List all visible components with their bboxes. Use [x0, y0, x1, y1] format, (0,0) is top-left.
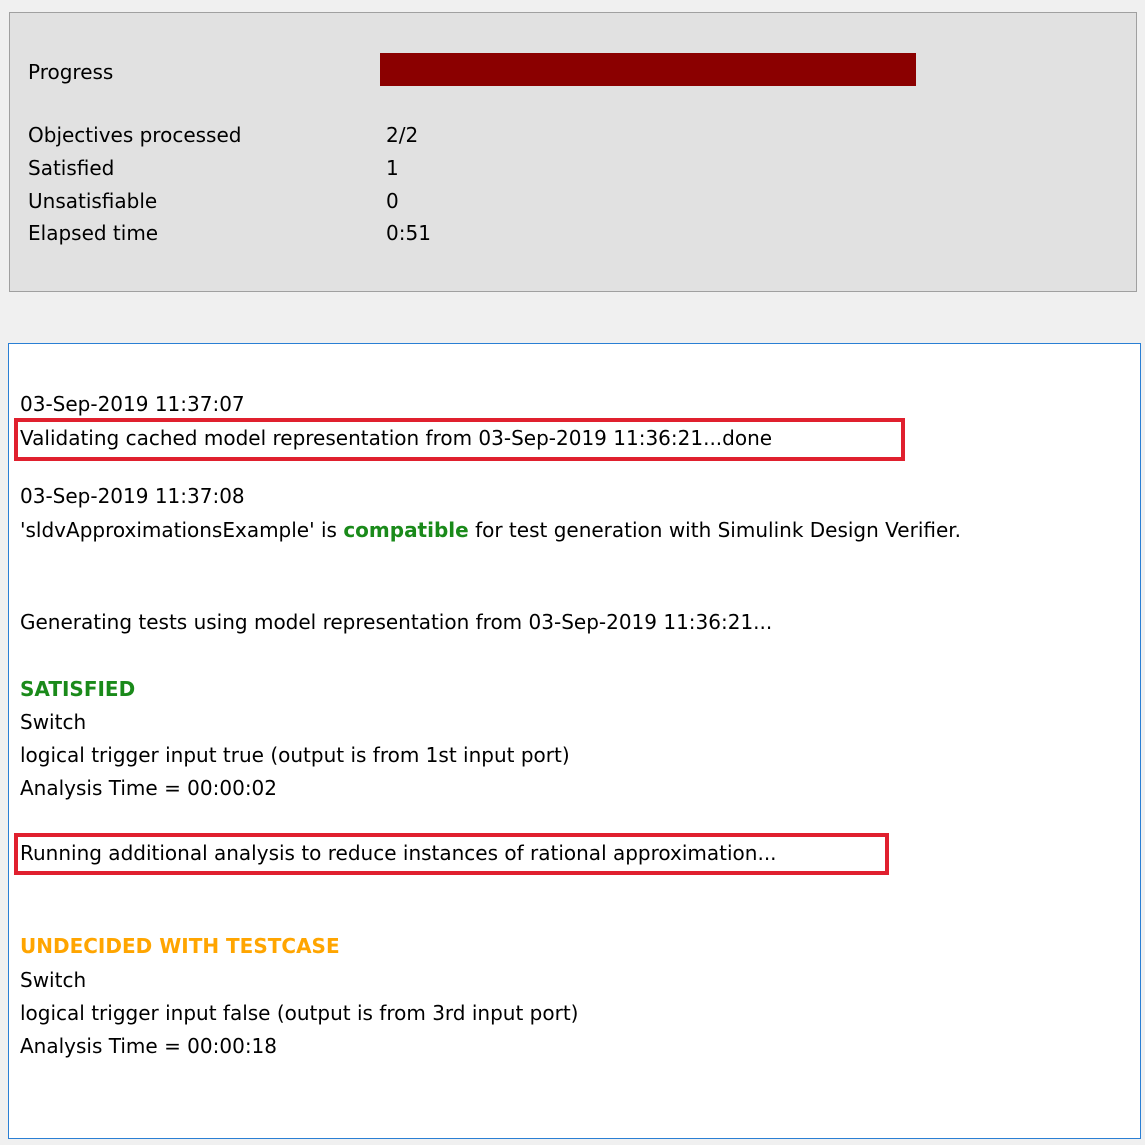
undecided-objective-desc: logical trigger input false (output is f… — [20, 1001, 579, 1025]
objectives-processed-label: Objectives processed — [28, 123, 242, 147]
progress-bar — [380, 53, 916, 86]
elapsed-time-value: 0:51 — [386, 221, 431, 245]
compatible-suffix: for test generation with Simulink Design… — [468, 518, 962, 542]
elapsed-time-label: Elapsed time — [28, 221, 159, 245]
satisfied-label: Satisfied — [28, 156, 115, 180]
satisfied-block-name: Switch — [20, 710, 87, 734]
undecided-block-name: Switch — [20, 968, 87, 992]
log-running-line: Running additional analysis to reduce in… — [20, 841, 777, 865]
objectives-processed-value: 2/2 — [386, 123, 419, 147]
undecided-analysis-time: Analysis Time = 00:00:18 — [20, 1034, 278, 1058]
compatible-keyword: compatible — [343, 518, 469, 542]
satisfied-heading: SATISFIED — [20, 677, 136, 701]
satisfied-analysis-time: Analysis Time = 00:00:02 — [20, 776, 278, 800]
progress-label: Progress — [28, 60, 114, 84]
status-panel: Progress Objectives processed 2/2 Satisf… — [9, 12, 1137, 292]
log-validating-line: Validating cached model representation f… — [20, 426, 773, 450]
unsatisfiable-label: Unsatisfiable — [28, 189, 158, 213]
compatible-prefix: 'sldvApproximationsExample' is — [20, 518, 344, 542]
log-generating-line: Generating tests using model representat… — [20, 610, 773, 634]
progress-bar-fill — [380, 53, 916, 86]
satisfied-objective-desc: logical trigger input true (output is fr… — [20, 743, 570, 767]
undecided-heading: UNDECIDED WITH TESTCASE — [20, 934, 340, 958]
log-timestamp-2: 03-Sep-2019 11:37:08 — [20, 484, 245, 508]
log-timestamp-1: 03-Sep-2019 11:37:07 — [20, 392, 245, 416]
log-panel[interactable]: 03-Sep-2019 11:37:07 Validating cached m… — [8, 343, 1141, 1139]
satisfied-value: 1 — [386, 156, 399, 180]
unsatisfiable-value: 0 — [386, 189, 399, 213]
log-compatible-line: 'sldvApproximationsExample' is compatibl… — [20, 518, 961, 542]
sldv-progress-window: Progress Objectives processed 2/2 Satisf… — [0, 0, 1145, 1145]
